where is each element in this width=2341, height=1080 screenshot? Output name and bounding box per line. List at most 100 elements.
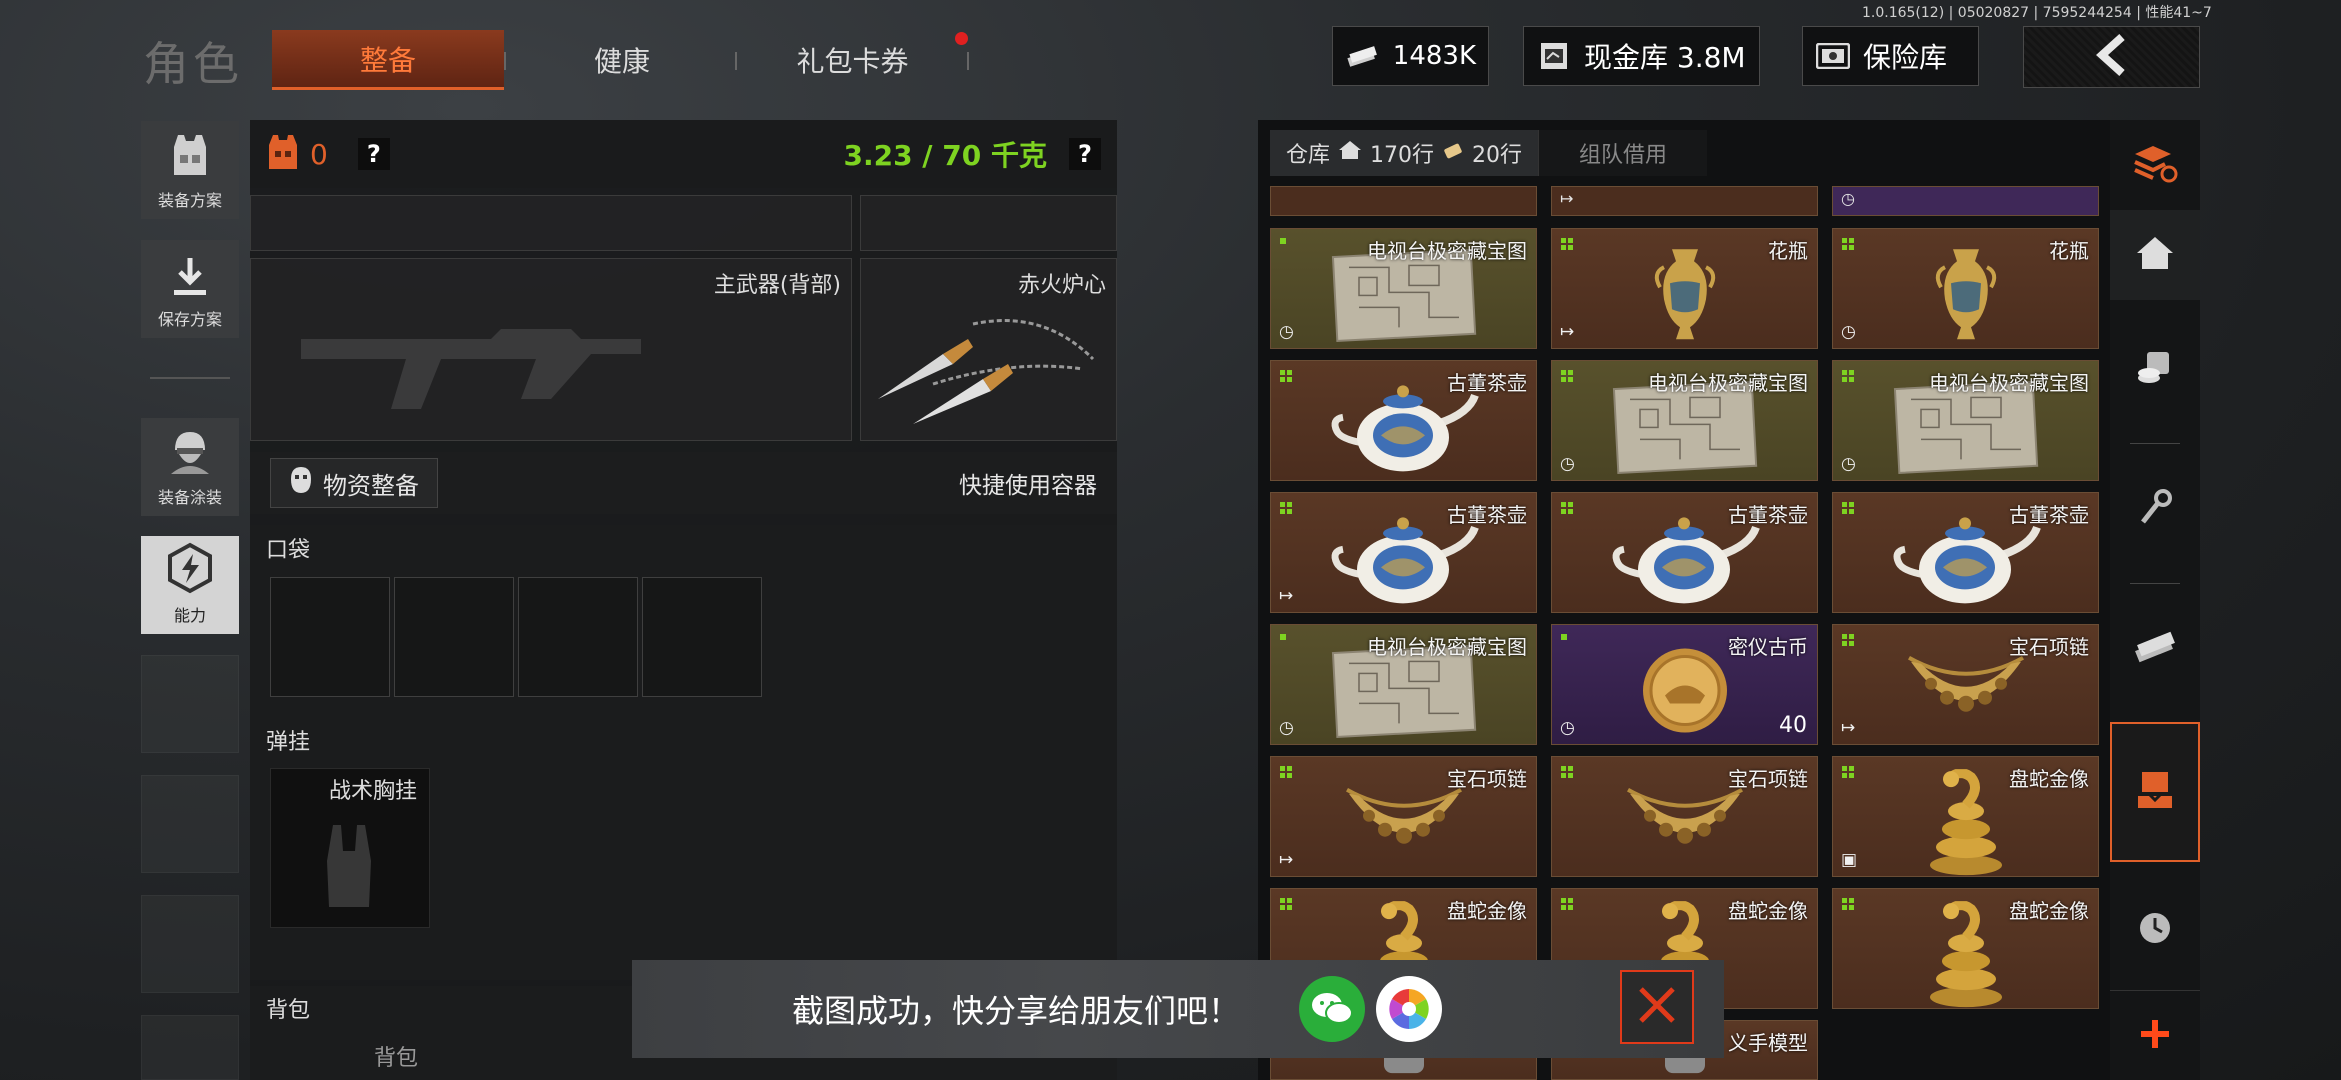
vase-image <box>1650 243 1720 348</box>
rail-sort-button[interactable] <box>2110 120 2200 210</box>
sidebar-item-abilities[interactable]: 能力 <box>141 536 239 634</box>
warehouse-item[interactable]: 电视台极密藏宝图 ◷ <box>1270 228 1537 349</box>
item-name: 盘蛇金像 <box>1728 899 1808 923</box>
melee-slot[interactable]: 赤火炉心 <box>860 258 1117 441</box>
warehouse-item[interactable]: 花瓶 ◷ <box>1832 228 2099 349</box>
key-icon <box>2137 488 2173 532</box>
cash-icon <box>1345 42 1381 70</box>
coin-image <box>1640 645 1730 739</box>
cash-icon <box>2132 630 2178 670</box>
item-slot-partial[interactable]: ◷ <box>1832 186 2099 216</box>
warehouse-item[interactable]: 宝石项链 <box>1551 756 1818 877</box>
necklace-image <box>1901 649 2031 733</box>
rail-add-button[interactable] <box>2110 990 2200 1080</box>
item-name: 电视台极密藏宝图 <box>1367 239 1527 263</box>
tab-team-borrow[interactable]: 组队借用 <box>1538 130 1708 176</box>
rail-keys-button[interactable] <box>2110 465 2200 555</box>
item-name: 宝石项链 <box>1728 767 1808 791</box>
close-button[interactable] <box>1620 970 1694 1044</box>
size-grid-icon <box>1842 238 1854 250</box>
sidebar-item-loadout-plan[interactable]: 装备方案 <box>141 121 239 219</box>
sidebar-empty-slot <box>141 775 239 873</box>
backpack-item-label: 背包 <box>374 1046 419 1071</box>
backpack-label: 背包 <box>266 998 311 1023</box>
pocket-slot[interactable] <box>394 577 514 697</box>
warehouse-item[interactable]: 古董茶壶 <box>1270 360 1537 481</box>
warehouse-item[interactable]: 古董茶壶 ↦ <box>1270 492 1537 613</box>
primary-weapon-slot[interactable]: 主武器(背部) <box>250 258 852 441</box>
moments-icon[interactable] <box>1376 976 1442 1042</box>
pocket-slot[interactable] <box>642 577 762 697</box>
rail-coins-button[interactable] <box>2110 325 2200 415</box>
warehouse-item[interactable]: 盘蛇金像 ▣ <box>1832 756 2099 877</box>
wechat-icon[interactable] <box>1299 976 1365 1042</box>
back-button[interactable] <box>2023 26 2200 88</box>
size-grid-icon <box>1561 370 1573 382</box>
item-name: 花瓶 <box>2049 239 2089 263</box>
vault-card-icon <box>1536 42 1572 70</box>
vase-image <box>1931 243 2001 348</box>
size-grid-icon <box>1842 370 1854 382</box>
tab-equipment[interactable]: 整备 <box>272 30 504 90</box>
top-slot-bar <box>250 195 852 251</box>
warehouse-item[interactable]: 宝石项链 ↦ <box>1832 624 2099 745</box>
primary-weapon-label: 主武器(背部) <box>713 273 841 298</box>
warehouse-item[interactable]: 花瓶 ↦ <box>1551 228 1818 349</box>
warehouse-item[interactable]: 宝石项链 ↦ <box>1270 756 1537 877</box>
sidebar-item-skins[interactable]: 装备涂装 <box>141 418 239 516</box>
help-button[interactable]: ? <box>357 138 390 170</box>
tab-label: 整备 <box>359 43 416 77</box>
loadout-header: 0 ? 3.23 / 70 千克 ? <box>250 120 1117 188</box>
rail-home-button[interactable] <box>2110 210 2200 300</box>
item-slot-partial[interactable]: ↦ <box>1551 186 1818 216</box>
sidebar-item-save-plan[interactable]: 保存方案 <box>141 240 239 338</box>
size-single-icon <box>1280 634 1286 640</box>
item-name: 盘蛇金像 <box>2009 767 2089 791</box>
warehouse-item[interactable]: 电视台极密藏宝图 ◷ <box>1270 624 1537 745</box>
warehouse-item[interactable]: 古董茶壶 <box>1551 492 1818 613</box>
safe-button[interactable]: 保险库 <box>1802 26 1979 86</box>
warehouse-item[interactable]: 电视台极密藏宝图 ◷ <box>1551 360 1818 481</box>
chest-rig-icon <box>319 821 379 915</box>
rig-slot[interactable]: 战术胸挂 <box>270 768 430 928</box>
rail-inbox-button[interactable] <box>2110 722 2200 862</box>
warehouse-item[interactable]: 密仪古币 ◷ 40 <box>1551 624 1818 745</box>
pocket-slot[interactable] <box>270 577 390 697</box>
item-name: 密仪古币 <box>1728 635 1808 659</box>
tab-gift-cards[interactable]: 礼包卡券 <box>740 30 965 90</box>
clock-icon: ◷ <box>1279 322 1294 342</box>
rail-cash-button[interactable] <box>2110 605 2200 695</box>
rail-history-button[interactable] <box>2110 885 2200 975</box>
tab-warehouse[interactable]: 仓库 170行 20行 <box>1270 130 1539 176</box>
quick-container-link[interactable]: 快捷使用容器 <box>959 466 1097 500</box>
clock-icon: ◷ <box>1560 718 1575 738</box>
melee-label: 赤火炉心 <box>1017 273 1106 298</box>
item-slot-partial[interactable] <box>1270 186 1537 216</box>
sidebar-item-label: 保存方案 <box>157 310 222 329</box>
item-count: 40 <box>1779 713 1807 738</box>
rail-divider <box>2130 583 2180 584</box>
sidebar-divider <box>150 377 230 379</box>
money-display[interactable]: 1483K <box>1332 26 1489 86</box>
home-rows: 170行 <box>1370 143 1435 168</box>
warehouse-item[interactable]: 古董茶壶 <box>1832 492 2099 613</box>
item-name: 古董茶壶 <box>2009 503 2089 527</box>
supplies-button[interactable]: 物资整备 <box>270 458 438 508</box>
safe-icon <box>1815 42 1851 70</box>
safe-label: 保险库 <box>1863 41 1948 74</box>
warehouse-item[interactable]: 电视台极密藏宝图 ◷ <box>1832 360 2099 481</box>
size-grid-icon <box>1561 238 1573 250</box>
item-name: 古董茶壶 <box>1447 371 1527 395</box>
cash-vault-button[interactable]: 现金库 3.8M <box>1523 26 1760 86</box>
exit-icon: ↦ <box>1279 850 1294 870</box>
warehouse-item[interactable]: 盘蛇金像 <box>1832 888 2099 1009</box>
pocket-slot[interactable] <box>518 577 638 697</box>
weight-help-button[interactable]: ? <box>1069 138 1101 170</box>
item-name: 盘蛇金像 <box>2009 899 2089 923</box>
sidebar-item-label: 能力 <box>173 606 206 625</box>
rail-divider <box>2130 443 2180 444</box>
snake-image <box>1921 899 2011 1008</box>
tab-health[interactable]: 健康 <box>506 30 738 90</box>
size-grid-icon <box>1842 766 1854 778</box>
size-grid-icon <box>1561 766 1573 778</box>
